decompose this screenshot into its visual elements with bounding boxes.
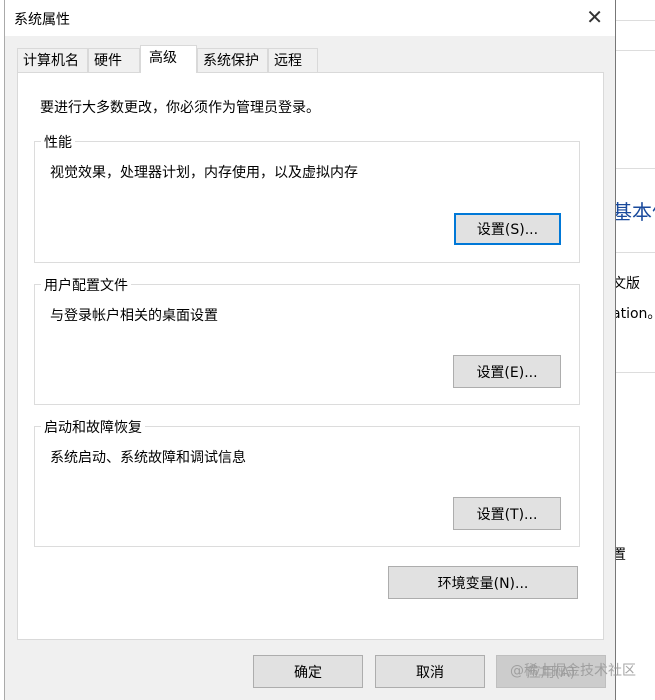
divider xyxy=(614,20,655,21)
admin-note: 要进行大多数更改，你必须作为管理员登录。 xyxy=(40,100,320,116)
tab-system-protection[interactable]: 系统保护 xyxy=(197,48,268,72)
tab-advanced[interactable]: 高级 xyxy=(140,45,197,73)
tab-remote[interactable]: 远程 xyxy=(268,48,318,72)
divider xyxy=(614,252,655,253)
dialog-title: 系统属性 xyxy=(14,12,70,28)
background-window xyxy=(614,0,655,696)
group-label: 用户配置文件 xyxy=(41,275,131,295)
close-icon[interactable]: ✕ xyxy=(586,5,603,29)
bg-text: ation。 xyxy=(612,306,655,322)
group-description: 视觉效果，处理器计划，内存使用，以及虚拟内存 xyxy=(50,165,358,181)
group-label: 启动和故障恢复 xyxy=(41,417,145,437)
cancel-button[interactable]: 取消 xyxy=(375,655,485,688)
performance-settings-button[interactable]: 设置(S)... xyxy=(454,213,561,245)
ok-button[interactable]: 确定 xyxy=(253,655,363,688)
divider xyxy=(614,50,655,51)
watermark: @稀土掘金技术社区 xyxy=(510,663,636,679)
group-description: 系统启动、系统故障和调试信息 xyxy=(50,450,246,466)
user-profiles-group: 用户配置文件 与登录帐户相关的桌面设置 设置(E)... xyxy=(34,275,580,405)
startup-recovery-group: 启动和故障恢复 系统启动、系统故障和调试信息 设置(T)... xyxy=(34,417,580,547)
advanced-panel: 要进行大多数更改，你必须作为管理员登录。 性能 视觉效果，处理器计划，内存使用，… xyxy=(17,72,604,640)
group-label: 性能 xyxy=(41,132,75,152)
environment-variables-button[interactable]: 环境变量(N)... xyxy=(388,566,578,599)
bg-heading: 基本信 xyxy=(612,200,655,224)
divider xyxy=(614,168,655,169)
title-bar: 系统属性 ✕ xyxy=(5,0,615,36)
startup-recovery-settings-button[interactable]: 设置(T)... xyxy=(453,497,561,530)
tab-computer-name[interactable]: 计算机名 xyxy=(17,48,88,72)
group-description: 与登录帐户相关的桌面设置 xyxy=(50,308,218,324)
bg-text: 文版 xyxy=(612,276,640,292)
divider xyxy=(614,372,655,373)
tab-hardware[interactable]: 硬件 xyxy=(88,48,140,72)
user-profiles-settings-button[interactable]: 设置(E)... xyxy=(453,355,561,388)
system-properties-dialog: 系统属性 ✕ 计算机名 硬件 高级 系统保护 远程 要进行大多数更改，你必须作为… xyxy=(4,0,616,700)
performance-group: 性能 视觉效果，处理器计划，内存使用，以及虚拟内存 设置(S)... xyxy=(34,132,580,263)
